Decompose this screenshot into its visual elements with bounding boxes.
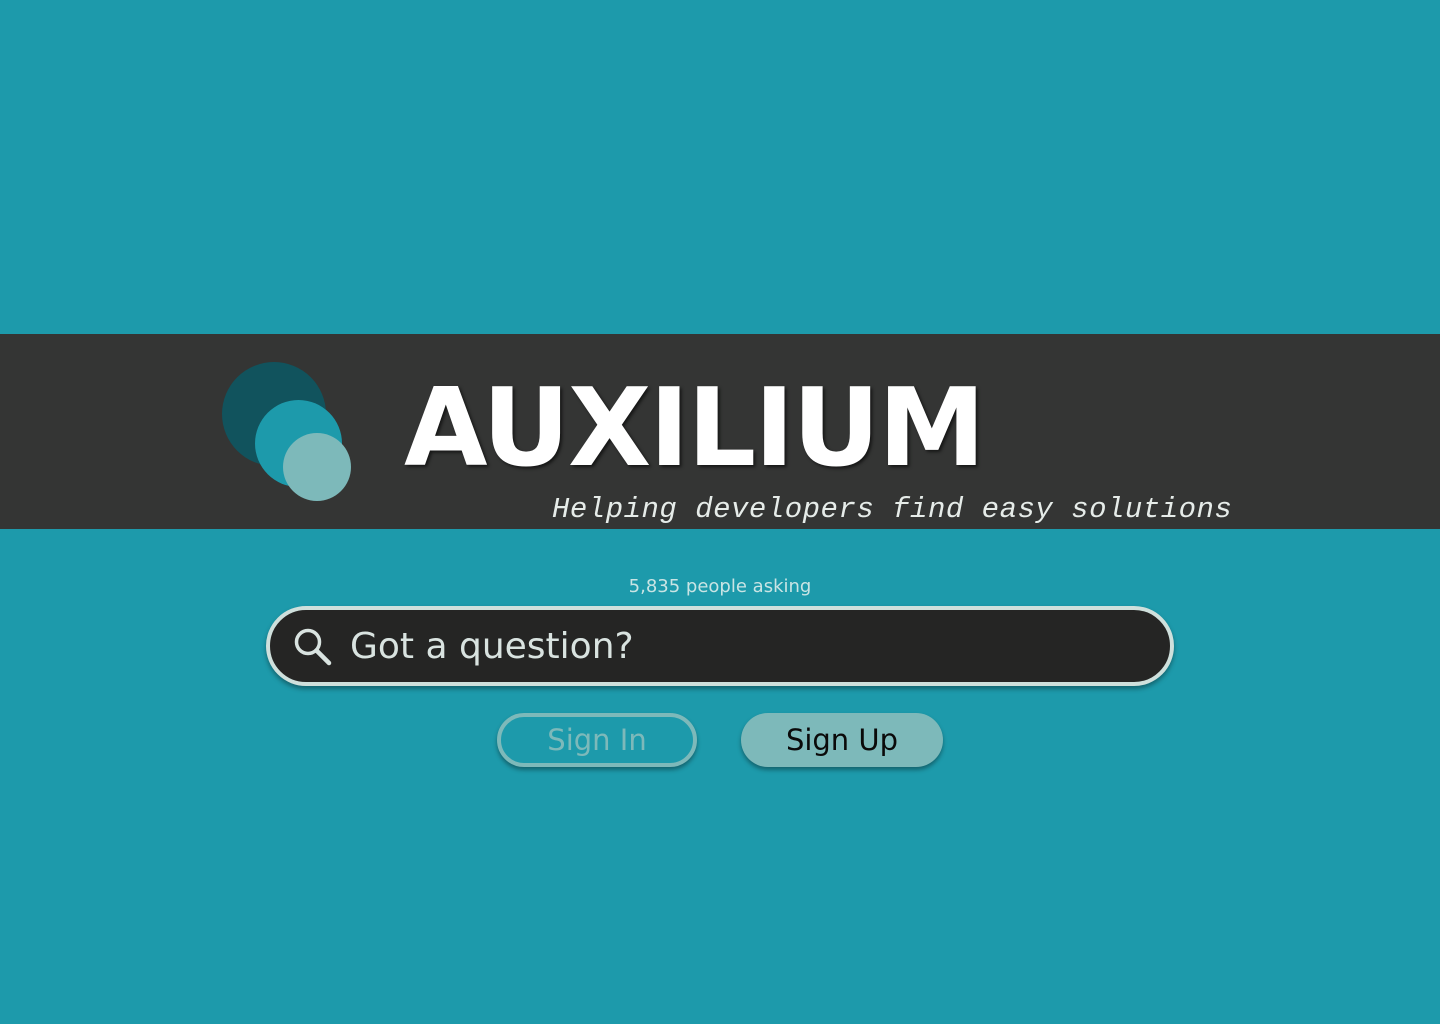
search-icon xyxy=(292,626,334,668)
people-asking-count: 5,835 people asking xyxy=(628,576,812,597)
sign-up-button[interactable]: Sign Up xyxy=(741,713,943,767)
sign-in-button[interactable]: Sign In xyxy=(497,713,697,767)
brand-title: AUXILIUM xyxy=(404,366,986,491)
search-input[interactable] xyxy=(350,618,1140,674)
tagline: Helping developers find easy solutions xyxy=(552,493,1233,526)
header-banner: AUXILIUM Helping developers find easy so… xyxy=(0,334,1440,529)
landing-page: AUXILIUM Helping developers find easy so… xyxy=(0,0,1440,1024)
logo-circle-light xyxy=(283,433,351,501)
search-bar[interactable] xyxy=(266,606,1174,686)
